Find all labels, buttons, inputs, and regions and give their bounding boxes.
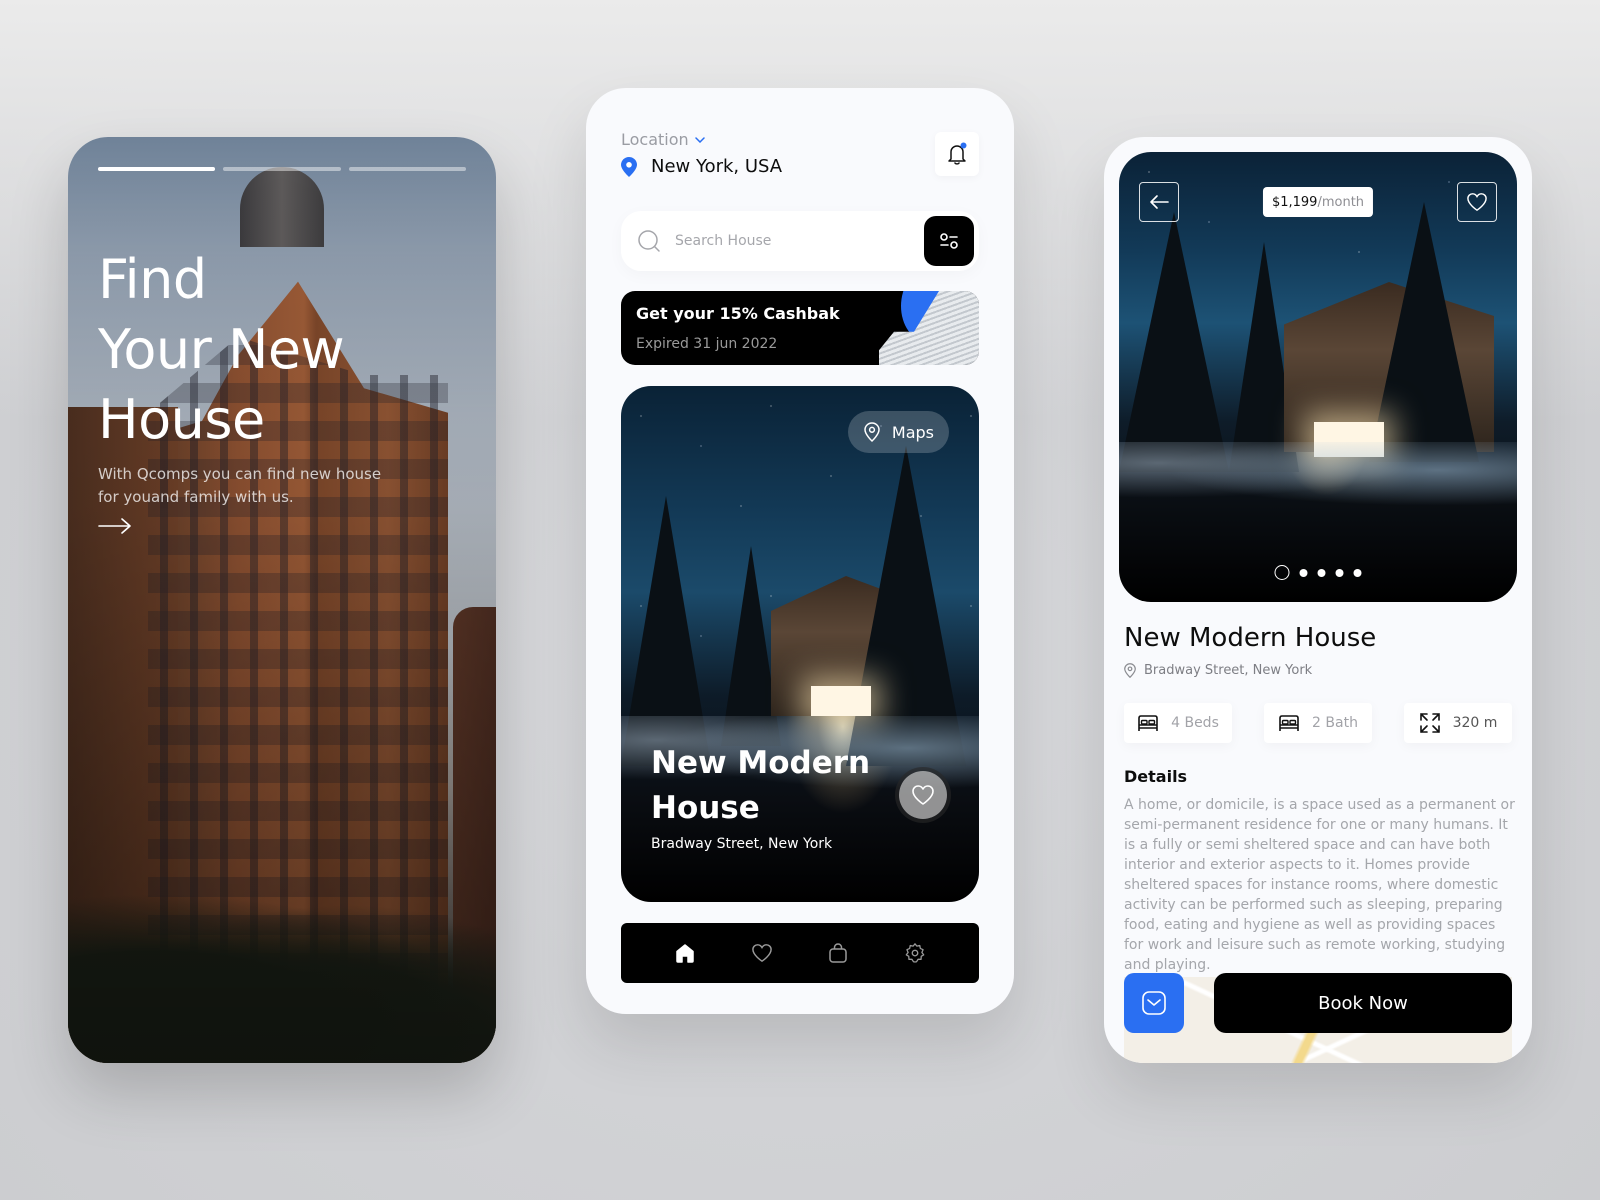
maps-button[interactable]: Maps <box>847 411 949 453</box>
chevron-down-icon <box>694 136 705 143</box>
tab-home[interactable] <box>671 939 699 967</box>
onboarding-progress <box>98 167 466 171</box>
maps-label: Maps <box>891 422 934 442</box>
progress-step[interactable] <box>98 167 216 171</box>
location-label: Location <box>621 130 689 149</box>
filter-icon <box>940 233 958 249</box>
feature-bath: 2 Bath <box>1264 703 1372 743</box>
pagination-dot[interactable] <box>1353 568 1362 577</box>
featured-title: New Modern House <box>651 741 870 831</box>
arrow-right-icon <box>98 518 131 534</box>
heart-icon <box>912 785 934 805</box>
bed-icon <box>1138 715 1158 731</box>
location-selector[interactable]: Location <box>621 130 705 149</box>
house-features: 4 Beds 2 Bath 320 m <box>1124 703 1512 743</box>
tab-settings[interactable] <box>901 939 929 967</box>
tab-favorites[interactable] <box>748 939 776 967</box>
location-value: New York, USA <box>651 156 783 177</box>
home-screen: Location New York, USA Search House Get … <box>586 88 1014 1014</box>
details-heading: Details <box>1124 767 1188 786</box>
detail-screen: $1,199 /month New Modern House Bradway S… <box>1104 137 1532 1063</box>
search-input[interactable] <box>675 233 895 249</box>
address-text: Bradway Street, New York <box>1144 663 1313 678</box>
promo-expiry: Expired 31 jun 2022 <box>636 336 778 352</box>
expand-icon <box>1419 713 1440 733</box>
pagination-dot[interactable] <box>1317 568 1326 577</box>
promo-house-image <box>879 291 979 365</box>
pagination-dot[interactable] <box>1274 565 1290 580</box>
search-bar <box>621 211 979 271</box>
feature-beds: 4 Beds <box>1124 703 1232 743</box>
location-pin-icon <box>621 156 637 177</box>
search-icon <box>638 230 660 252</box>
bag-icon <box>829 943 847 963</box>
notification-button[interactable] <box>935 132 979 176</box>
current-location: New York, USA <box>621 156 782 177</box>
featured-address: Bradway Street, New York <box>651 836 833 852</box>
filter-button[interactable] <box>924 216 974 266</box>
title-line: New Modern <box>651 745 871 781</box>
cashback-banner[interactable]: Get your 15% Cashbak Expired 31 jun 2022 <box>621 291 979 365</box>
next-button[interactable] <box>98 517 132 535</box>
home-icon <box>676 944 694 963</box>
favorite-button[interactable] <box>899 771 947 819</box>
onboarding-screen: Find Your New House With Qcomps you can … <box>68 137 496 1063</box>
progress-step[interactable] <box>348 167 466 171</box>
progress-step[interactable] <box>223 167 341 171</box>
bottom-nav <box>621 923 979 983</box>
bell-icon <box>948 142 967 165</box>
house-title: New Modern House <box>1124 623 1377 653</box>
promo-title: Get your 15% Cashbak <box>636 304 840 323</box>
feature-label: 320 m <box>1452 715 1498 731</box>
message-button[interactable] <box>1124 973 1184 1033</box>
location-pin-icon <box>1124 663 1136 678</box>
feature-label: 4 Beds <box>1171 715 1219 731</box>
onboarding-title: Find Your New House <box>98 245 345 455</box>
favorite-button[interactable] <box>1457 182 1497 222</box>
price-period: /month <box>1317 194 1365 210</box>
garage-light <box>811 686 871 716</box>
feature-label: 2 Bath <box>1312 715 1358 731</box>
mail-icon <box>1142 991 1166 1015</box>
house-gallery[interactable]: $1,199 /month <box>1119 152 1517 602</box>
bed-icon <box>1279 715 1299 731</box>
price-badge: $1,199 /month <box>1262 187 1374 217</box>
location-pin-icon <box>864 422 880 442</box>
gallery-pagination <box>1274 565 1362 580</box>
book-now-button[interactable]: Book Now <box>1214 973 1512 1033</box>
feature-area: 320 m <box>1404 703 1512 743</box>
details-description: A home, or domicile, is a space used as … <box>1124 797 1515 973</box>
gear-icon <box>905 943 925 963</box>
price-amount: $1,199 <box>1271 194 1318 210</box>
featured-house-card[interactable]: Maps New Modern House Bradway Street, Ne… <box>621 386 979 902</box>
title-line: Find <box>98 248 207 311</box>
title-line: House <box>98 388 265 451</box>
pagination-dot[interactable] <box>1299 568 1308 577</box>
title-line: Your New <box>98 318 345 381</box>
tab-bag[interactable] <box>824 939 852 967</box>
heart-icon <box>1467 193 1487 212</box>
house-address: Bradway Street, New York <box>1124 663 1312 678</box>
pagination-dot[interactable] <box>1335 568 1344 577</box>
heart-icon <box>751 944 772 963</box>
arrow-left-icon <box>1150 195 1169 209</box>
title-line: House <box>651 790 760 826</box>
snow <box>1119 442 1517 512</box>
back-button[interactable] <box>1139 182 1179 222</box>
onboarding-subtitle: With Qcomps you can find new house for y… <box>98 465 382 506</box>
